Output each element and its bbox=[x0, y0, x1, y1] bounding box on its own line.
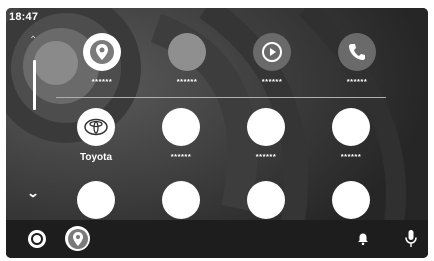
app-label: ****** bbox=[346, 77, 368, 86]
app-tile[interactable]: ****** bbox=[321, 108, 381, 168]
app-tile[interactable]: ****** bbox=[242, 33, 302, 93]
scroll-up-icon[interactable]: ⌃ bbox=[29, 35, 37, 46]
app-label: ****** bbox=[261, 77, 283, 86]
bottom-dock bbox=[6, 220, 428, 258]
app-tile[interactable]: Toyota bbox=[66, 108, 126, 168]
maps-icon bbox=[83, 33, 121, 71]
app-label: ****** bbox=[176, 77, 198, 86]
app-tile[interactable]: ****** bbox=[151, 108, 211, 168]
row-divider bbox=[56, 97, 386, 98]
microphone-icon[interactable] bbox=[404, 229, 418, 249]
blank-icon bbox=[332, 181, 370, 219]
blank-icon bbox=[77, 181, 115, 219]
phone-icon bbox=[338, 33, 376, 71]
status-clock: 18:47 bbox=[9, 11, 39, 23]
app-tile[interactable]: ****** bbox=[157, 33, 217, 93]
toyota-logo-icon bbox=[77, 108, 115, 146]
bell-icon[interactable] bbox=[356, 232, 370, 246]
car-display: 18:47 ⌃ ⌄ ****** ****** ****** ****** To… bbox=[6, 8, 428, 258]
screen: 18:47 ⌃ ⌄ ****** ****** ****** ****** To… bbox=[0, 0, 434, 261]
blank-icon bbox=[168, 33, 206, 71]
app-label: ****** bbox=[170, 152, 192, 161]
app-label: ****** bbox=[255, 152, 277, 161]
blank-icon bbox=[162, 108, 200, 146]
blank-icon bbox=[162, 181, 200, 219]
app-label: ****** bbox=[91, 77, 113, 86]
app-tile[interactable]: ****** bbox=[327, 33, 387, 93]
scroll-down-icon[interactable]: ⌄ bbox=[26, 186, 39, 200]
blank-icon bbox=[332, 108, 370, 146]
home-icon[interactable] bbox=[28, 230, 46, 248]
scroll-indicator bbox=[33, 60, 36, 110]
app-label: ****** bbox=[340, 152, 362, 161]
play-icon bbox=[253, 33, 291, 71]
blank-icon bbox=[247, 181, 285, 219]
blank-icon bbox=[247, 108, 285, 146]
app-label: Toyota bbox=[79, 152, 113, 163]
maps-icon[interactable] bbox=[65, 226, 90, 251]
app-tile[interactable]: ****** bbox=[72, 33, 132, 93]
app-tile[interactable]: ****** bbox=[236, 108, 296, 168]
